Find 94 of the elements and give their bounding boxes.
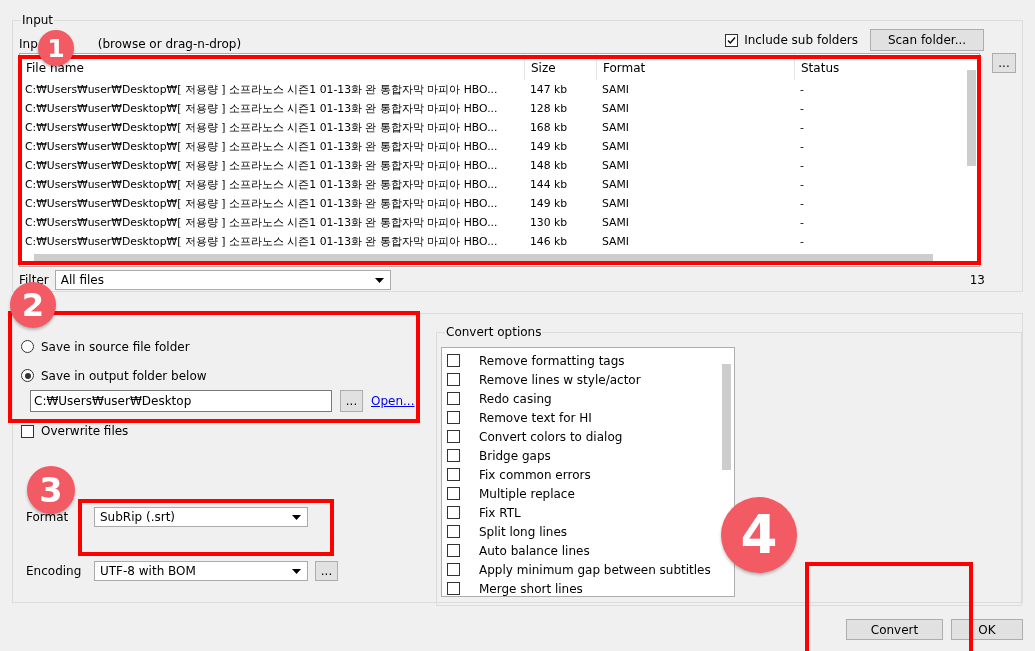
group-title: Input [21,13,55,27]
dropdown-arrow-icon [292,568,301,574]
table-cell-text: C:₩Users₩user₩Desktop₩[ 저용량 ] 소프라노스 시즌1 01-13화 완 통합자막 마피아 HBO... [24,195,499,212]
option-label: Remove lines w style/actor [479,372,641,387]
column-header[interactable]: Size [525,54,597,80]
option-label: Apply minimum gap between subtitles [479,562,711,577]
table-cell-text: SAMI [601,196,630,212]
checkbox[interactable] [447,563,460,576]
checkbox[interactable] [447,487,460,500]
table-cell-text: 146 kb [529,234,569,250]
table-cell-text: 168 kb [529,120,569,136]
table-cell-text: SAMI [601,215,630,231]
table-cell-text: - [799,215,805,231]
output-folder-field[interactable]: C:₩Users₩user₩Desktop [30,390,332,412]
ok-button[interactable]: OK [951,619,1023,640]
table-cell-text: SAMI [601,234,630,250]
scan-folder-button[interactable]: Scan folder... [870,29,984,51]
table-cell-text: - [799,82,805,98]
radio-button[interactable] [21,369,34,382]
checkbox[interactable] [447,582,460,595]
checkbox[interactable] [447,373,460,386]
checkbox[interactable] [447,392,460,405]
convert-button[interactable]: Convert [846,619,943,640]
browse-button[interactable]: ... [992,53,1016,73]
input-files-label: (browse or drag-n-drop) [97,37,242,51]
table-cell-text: C:₩Users₩user₩Desktop₩[ 저용량 ] 소프라노스 시즌1 01-13화 완 통합자막 마피아 HBO... [24,233,499,250]
table-cell-text: 144 kb [529,177,569,193]
table-cell-text: C:₩Users₩user₩Desktop₩[ 저용량 ] 소프라노스 시즌1 01-13화 완 통합자막 마피아 HBO... [24,81,499,98]
table-cell-text: - [799,196,805,212]
encoding-label: Encoding [26,564,83,578]
table-cell-text: - [799,101,805,117]
browse-button[interactable]: ... [340,390,363,412]
table-cell-text: SAMI [601,177,630,193]
option-label: Redo casing [479,391,552,406]
option-label: Fix common errors [479,467,591,482]
table-cell-text: C:₩Users₩user₩Desktop₩[ 저용량 ] 소프라노스 시즌1 01-13화 완 통합자막 마피아 HBO... [24,119,499,136]
option-label: Merge short lines [479,581,583,596]
checkbox[interactable] [447,506,460,519]
checkbox[interactable] [447,430,460,443]
file-count: 13 [969,273,985,287]
table-cell-text: - [799,158,805,174]
table-cell-text: 128 kb [529,101,569,117]
table-cell-text: SAMI [601,158,630,174]
table-cell-text: - [799,177,805,193]
table-cell-text: C:₩Users₩user₩Desktop₩[ 저용량 ] 소프라노스 시즌1 01-13화 완 통합자막 마피아 HBO... [24,214,499,231]
table-cell-text: 147 kb [529,82,569,98]
group-title: Convert options [445,325,543,339]
radio-label: Save in output folder below [41,368,207,383]
option-label: Remove text for HI [479,410,592,425]
option-label: Remove formatting tags [479,353,625,368]
table-cell-text: - [799,234,805,250]
table-cell-text: SAMI [601,101,630,117]
checkbox[interactable] [447,411,460,424]
format-dropdown[interactable]: SubRip (.srt) [94,507,308,527]
table-cell-text: - [799,139,805,155]
input-files-label: Inp [19,37,38,51]
dropdown-arrow-icon [374,277,384,283]
radio-button[interactable] [21,340,34,353]
table-cell-text: 148 kb [529,158,569,174]
checkbox[interactable] [447,544,460,557]
table-cell-text: SAMI [601,82,630,98]
checkbox[interactable] [21,424,34,438]
table-cell-text: C:₩Users₩user₩Desktop₩[ 저용량 ] 소프라노스 시즌1 01-13화 완 통합자막 마피아 HBO... [24,157,499,174]
encoding-settings-button[interactable]: ... [315,561,338,581]
table-cell-text: - [799,120,805,136]
option-label: Split long lines [479,524,568,539]
number-badge: 1 [38,30,74,66]
checkbox[interactable] [447,525,460,538]
encoding-dropdown[interactable]: UTF-8 with BOM [94,561,308,581]
checkbox[interactable] [725,33,739,47]
option-label: Convert colors to dialog [479,429,623,444]
column-header[interactable]: Format [597,54,795,80]
open-link[interactable]: Open... [371,394,415,408]
table-cell-text: 130 kb [529,215,569,231]
checkbox[interactable] [447,468,460,481]
table-cell-text: C:₩Users₩user₩Desktop₩[ 저용량 ] 소프라노스 시즌1 01-13화 완 통합자막 마피아 HBO... [24,138,499,155]
table-cell-text: 149 kb [529,196,569,212]
option-label: Bridge gaps [479,448,551,463]
table-cell-text: SAMI [601,139,630,155]
table-cell-text: 149 kb [529,139,569,155]
option-label: Auto balance lines [479,543,590,558]
dropdown-arrow-icon [292,514,301,520]
checkbox[interactable] [447,354,460,367]
radio-label: Save in source file folder [41,339,190,354]
number-badge: 4 [721,497,797,573]
option-label: Fix RTL [479,505,521,520]
table-cell-text: SAMI [601,120,630,136]
checkbox-label: Include sub folders [744,33,858,47]
filter-dropdown[interactable]: All files [54,270,391,290]
checkbox-label: Overwrite files [41,424,129,438]
table-cell-text: C:₩Users₩user₩Desktop₩[ 저용량 ] 소프라노스 시즌1 01-13화 완 통합자막 마피아 HBO... [24,100,499,117]
checkbox[interactable] [447,449,460,462]
option-label: Multiple replace [479,486,575,501]
table-cell-text: C:₩Users₩user₩Desktop₩[ 저용량 ] 소프라노스 시즌1 01-13화 완 통합자막 마피아 HBO... [24,176,499,193]
